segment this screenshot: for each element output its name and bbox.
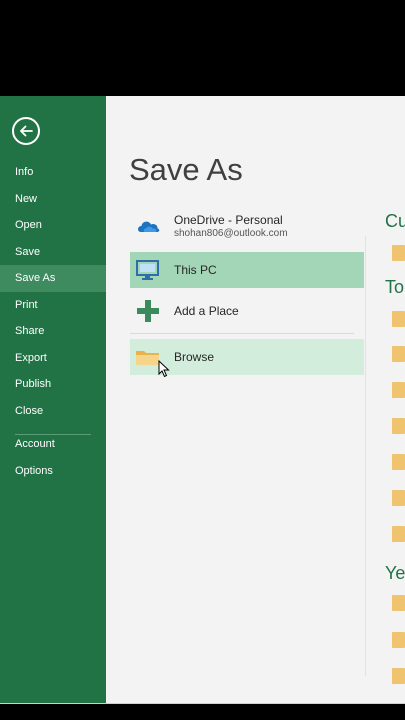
onedrive-cloud-icon — [138, 221, 160, 232]
nav-item-export[interactable]: Export — [0, 345, 106, 372]
window-bottom-border — [0, 703, 405, 704]
nav-item-info[interactable]: Info — [0, 159, 106, 186]
page-title: Save As — [129, 152, 243, 187]
location-add-place[interactable]: Add a Place — [130, 293, 364, 329]
location-label: OneDrive - Personal — [174, 213, 283, 227]
recent-section-heading: To — [385, 277, 405, 297]
backstage-nav: Info New Open Save Save As Print Share E… — [0, 159, 106, 443]
folder-icon[interactable] — [392, 346, 405, 362]
nav-item-save[interactable]: Save — [0, 239, 106, 266]
location-onedrive[interactable]: OneDrive - Personal shohan806@outlook.co… — [130, 208, 364, 244]
cursor-arrow-icon — [158, 360, 170, 378]
location-label: Browse — [174, 350, 215, 364]
location-separator — [130, 333, 354, 334]
folder-icon[interactable] — [392, 311, 405, 327]
location-sublabel: shohan806@outlook.com — [174, 228, 288, 239]
nav-item-new[interactable]: New — [0, 186, 106, 213]
backstage-view: Info New Open Save Save As Print Share E… — [0, 96, 405, 704]
location-label: Add a Place — [174, 304, 239, 318]
backstage-nav-bottom: Account Options — [0, 431, 106, 484]
recent-section-heading: Cu — [385, 211, 405, 231]
nav-item-print[interactable]: Print — [0, 292, 106, 319]
folder-icon[interactable] — [392, 668, 405, 684]
nav-item-save-as[interactable]: Save As — [0, 265, 106, 292]
folder-icon[interactable] — [392, 418, 405, 434]
plus-icon — [137, 300, 159, 322]
nav-item-share[interactable]: Share — [0, 318, 106, 345]
arrow-left-icon — [20, 125, 33, 137]
recent-section-heading: Yes — [385, 563, 405, 583]
folder-icon[interactable] — [392, 245, 405, 261]
folder-icon[interactable] — [392, 454, 405, 470]
folder-icon[interactable] — [392, 490, 405, 506]
folder-icon[interactable] — [392, 595, 405, 611]
nav-item-account[interactable]: Account — [0, 431, 106, 458]
nav-item-publish[interactable]: Publish — [0, 371, 106, 398]
folder-icon[interactable] — [392, 382, 405, 398]
nav-item-options[interactable]: Options — [0, 458, 106, 485]
nav-item-open[interactable]: Open — [0, 212, 106, 239]
back-button[interactable] — [12, 117, 40, 145]
nav-item-close[interactable]: Close — [0, 398, 106, 425]
folder-icon[interactable] — [392, 632, 405, 648]
backstage-sidebar: Info New Open Save Save As Print Share E… — [0, 96, 106, 704]
folder-icon[interactable] — [392, 526, 405, 542]
location-this-pc[interactable]: This PC — [130, 252, 364, 288]
location-label: This PC — [174, 263, 217, 277]
computer-icon — [136, 260, 159, 280]
panel-divider — [365, 236, 366, 676]
save-as-panel: Save As OneDrive - Personal shohan806@ou… — [106, 96, 405, 704]
location-browse[interactable]: Browse — [130, 339, 364, 378]
